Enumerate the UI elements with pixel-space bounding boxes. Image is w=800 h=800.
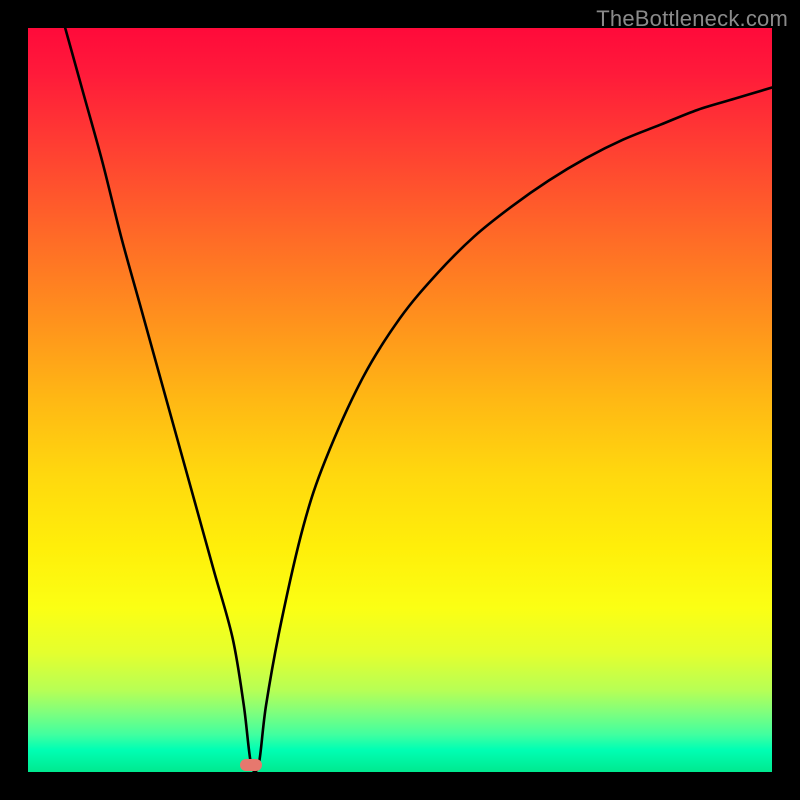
chart-plot-area: [28, 28, 772, 772]
minimum-marker: [240, 759, 262, 771]
watermark-text: TheBottleneck.com: [596, 6, 788, 32]
bottleneck-curve: [28, 28, 772, 772]
